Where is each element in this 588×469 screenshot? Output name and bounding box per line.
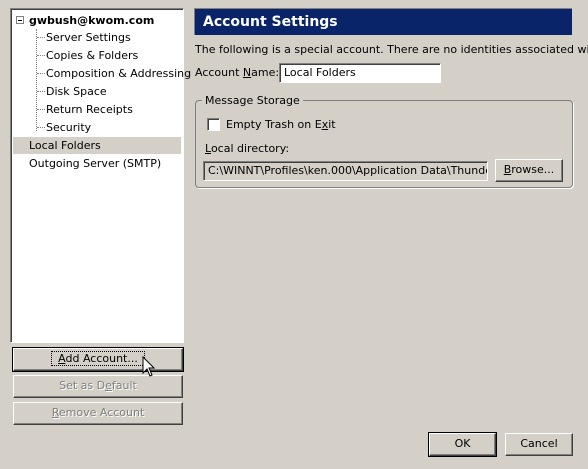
tree-item-label: Local Folders — [29, 139, 101, 152]
local-directory-label: Local directory: — [205, 142, 290, 155]
tree-item-label: Server Settings — [46, 31, 131, 44]
remove-account-button[interactable]: Remove Account — [13, 402, 183, 425]
tree-item-label: Outgoing Server (SMTP) — [29, 157, 162, 170]
tree-item-label: Disk Space — [46, 85, 107, 98]
add-account-button[interactable]: Add Account... — [12, 347, 184, 372]
tree-item-account[interactable]: gwbush@kwom.com — [11, 12, 183, 29]
tree-item-return-receipts[interactable]: Return Receipts — [11, 101, 183, 118]
tree-connector — [37, 91, 45, 92]
account-name-label: Account Name: — [195, 66, 280, 79]
tree-item-composition-addressing[interactable]: Composition & Addressing — [11, 65, 191, 82]
tree-connector — [37, 127, 45, 128]
mouse-cursor-icon — [142, 356, 156, 377]
empty-trash-checkbox[interactable] — [207, 118, 220, 131]
account-label: gwbush@kwom.com — [29, 14, 155, 27]
page-title: Account Settings — [194, 8, 572, 35]
account-description: The following is a special account. Ther… — [195, 43, 588, 56]
tree-item-disk-space[interactable]: Disk Space — [11, 83, 183, 100]
set-as-default-button[interactable]: Set as Default — [13, 375, 183, 398]
add-account-label: Add Account... — [51, 351, 145, 366]
tree-item-label: Return Receipts — [46, 103, 133, 116]
tree-item-copies-folders[interactable]: Copies & Folders — [11, 47, 183, 64]
tree-item-local-folders[interactable]: Local Folders — [13, 137, 181, 154]
tree-connector — [37, 109, 45, 110]
account-name-input[interactable]: Local Folders — [279, 63, 441, 83]
tree-connector — [37, 37, 45, 38]
account-tree[interactable]: gwbush@kwom.com Server Settings Copies &… — [10, 8, 191, 343]
local-directory-input[interactable]: C:\WINNT\Profiles\ken.000\Application Da… — [203, 161, 488, 181]
cancel-button[interactable]: Cancel — [505, 433, 573, 456]
empty-trash-label[interactable]: Empty Trash on Exit — [226, 118, 336, 131]
tree-connector — [37, 73, 45, 74]
tree-item-label: Copies & Folders — [46, 49, 139, 62]
tree-item-label: Security — [46, 121, 92, 134]
tree-item-label: Composition & Addressing — [46, 67, 192, 80]
tree-connector — [37, 55, 45, 56]
message-storage-title: Message Storage — [202, 94, 303, 107]
tree-item-security[interactable]: Security — [11, 119, 183, 136]
collapse-icon[interactable] — [16, 16, 24, 24]
tree-item-server-settings[interactable]: Server Settings — [11, 29, 183, 46]
ok-button[interactable]: OK — [428, 432, 497, 457]
browse-button[interactable]: Browse... — [495, 159, 563, 182]
tree-item-outgoing-server[interactable]: Outgoing Server (SMTP) — [11, 155, 183, 172]
